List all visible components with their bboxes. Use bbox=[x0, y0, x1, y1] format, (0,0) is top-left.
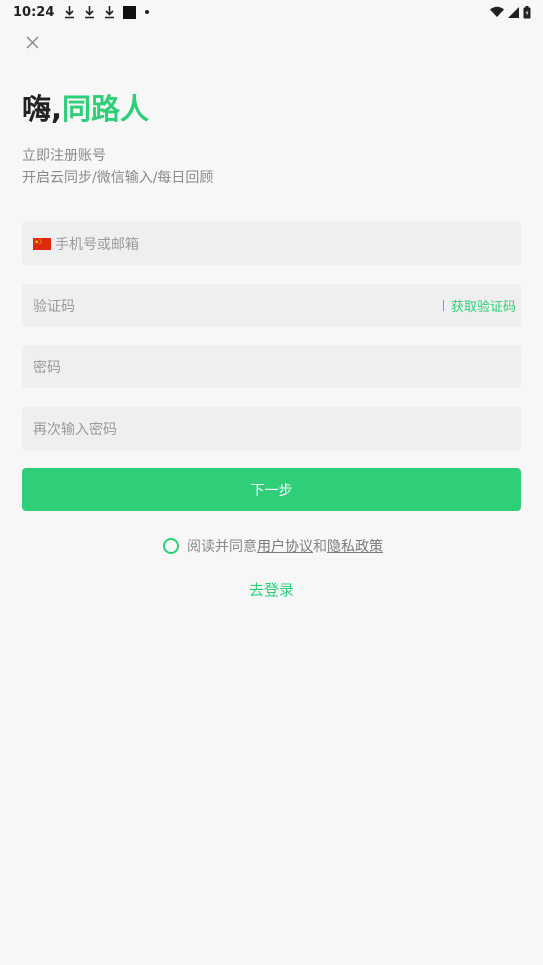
close-icon bbox=[26, 36, 38, 48]
download-icon bbox=[105, 6, 115, 19]
next-button[interactable]: 下一步 bbox=[22, 468, 521, 511]
code-placeholder: 验证码 bbox=[33, 298, 75, 315]
divider bbox=[442, 300, 444, 311]
go-login-link[interactable]: 去登录 bbox=[0, 579, 543, 600]
china-flag-icon bbox=[33, 237, 51, 250]
password-placeholder: 密码 bbox=[33, 359, 61, 376]
square-icon bbox=[123, 5, 137, 19]
user-agreement-link[interactable]: 用户协议 bbox=[257, 536, 313, 556]
subtitle: 立即注册账号 开启云同步/微信输入/每日回顾 bbox=[22, 145, 213, 189]
agree-prefix: 阅读并同意 bbox=[187, 539, 257, 555]
next-button-label: 下一步 bbox=[250, 482, 293, 499]
wifi-icon bbox=[490, 6, 504, 17]
confirm-password-placeholder: 再次输入密码 bbox=[33, 421, 117, 438]
status-time: 10:24 bbox=[13, 4, 55, 20]
password-input[interactable]: 密码 bbox=[22, 345, 521, 388]
cell-signal-icon bbox=[508, 6, 519, 18]
privacy-policy-link[interactable]: 隐私政策 bbox=[327, 536, 383, 556]
account-placeholder: 手机号或邮箱 bbox=[55, 236, 139, 253]
dot-icon bbox=[145, 10, 150, 14]
title-accent: 同路人 bbox=[62, 92, 150, 126]
subtitle-line-1: 立即注册账号 bbox=[22, 148, 106, 164]
status-bar-right bbox=[490, 5, 531, 19]
title-prefix: 嗨, bbox=[22, 92, 63, 126]
get-code-button[interactable]: 获取验证码 bbox=[442, 296, 516, 315]
page-title: 嗨,同路人 bbox=[22, 86, 149, 128]
battery-icon bbox=[523, 5, 531, 18]
download-icon bbox=[65, 6, 75, 19]
verification-code-input[interactable]: 验证码 获取验证码 bbox=[22, 284, 521, 327]
account-input[interactable]: 手机号或邮箱 bbox=[22, 222, 521, 265]
subtitle-line-2: 开启云同步/微信输入/每日回顾 bbox=[22, 170, 214, 186]
agree-radio[interactable] bbox=[163, 538, 179, 554]
get-code-label: 获取验证码 bbox=[450, 300, 516, 315]
register-screen: 10:24 嗨,同路人 立即注册账号 开启云同步/微信输入/每日回顾 手机号或邮… bbox=[0, 0, 543, 965]
status-bar: 10:24 bbox=[0, 0, 543, 24]
confirm-password-input[interactable]: 再次输入密码 bbox=[22, 407, 521, 450]
close-button[interactable] bbox=[22, 32, 42, 52]
agree-and: 和 bbox=[313, 539, 327, 555]
status-bar-left: 10:24 bbox=[13, 4, 150, 20]
download-icon bbox=[85, 6, 95, 19]
agreement-row: 阅读并同意 用户协议 和 隐私政策 bbox=[0, 536, 543, 556]
